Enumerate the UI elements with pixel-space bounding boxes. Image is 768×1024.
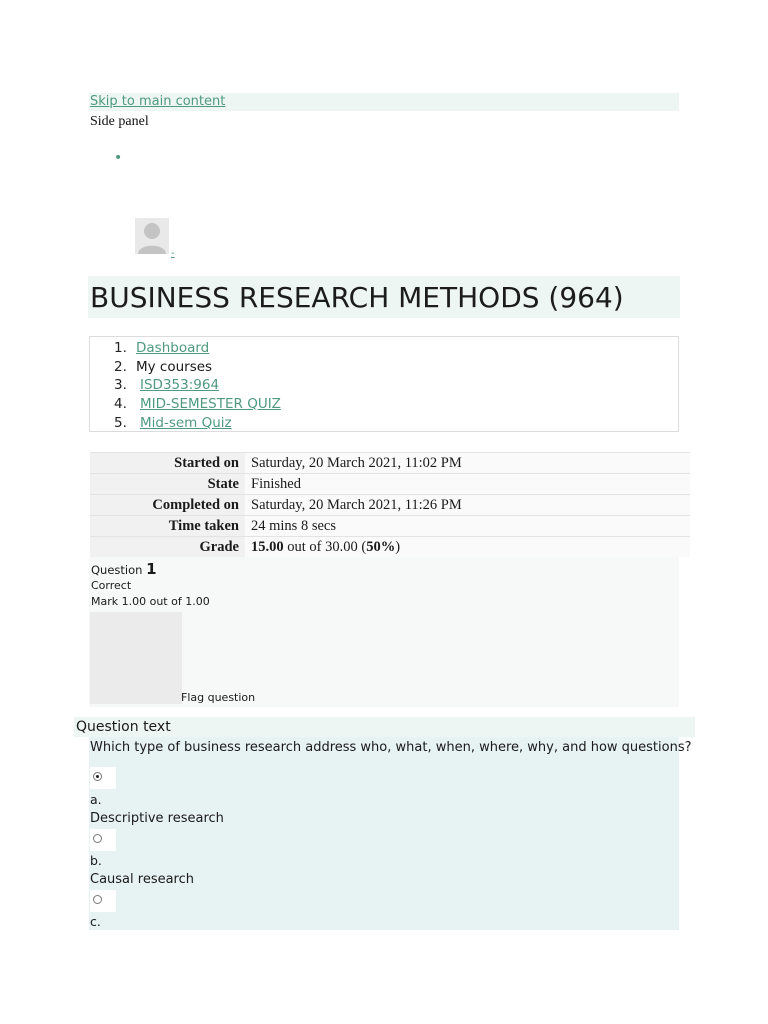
summary-row-grade: Grade 15.00 out of 30.00 (50%) — [90, 536, 690, 557]
option-a-letter: a. — [90, 792, 102, 807]
question-text: Which type of business research address … — [90, 740, 692, 755]
question-number: 1 — [146, 560, 157, 578]
grade-percent: 50% — [366, 538, 396, 555]
summary-label: State — [90, 473, 245, 495]
breadcrumb-label-my-courses: My courses — [136, 359, 213, 375]
option-b-radio-box[interactable] — [90, 829, 116, 851]
option-c-letter: c. — [90, 914, 101, 929]
summary-label: Started on — [90, 452, 245, 474]
grade-score: 15.00 — [251, 538, 284, 555]
breadcrumb-item-dashboard: 1. Dashboard — [114, 339, 209, 357]
breadcrumb-item-mid-sem-quiz: 5. Mid-sem Quiz — [114, 414, 232, 432]
summary-label: Completed on — [90, 494, 245, 516]
question-state: Correct — [91, 579, 132, 592]
summary-row-time-taken: Time taken 24 mins 8 secs — [90, 515, 690, 537]
breadcrumb-number: 1. — [114, 340, 127, 356]
radio-checked-icon[interactable] — [93, 772, 102, 781]
question-mark: Mark 1.00 out of 1.00 — [91, 595, 210, 608]
breadcrumb-item-mid-semester-quiz: 4. MID-SEMESTER QUIZ — [114, 395, 281, 413]
summary-value: 24 mins 8 secs — [245, 515, 690, 537]
option-c-radio-box[interactable] — [90, 890, 116, 912]
user-avatar-icon[interactable] — [135, 218, 169, 254]
summary-row-completed: Completed on Saturday, 20 March 2021, 11… — [90, 494, 690, 516]
breadcrumb-link-dashboard[interactable]: Dashboard — [136, 340, 209, 356]
summary-value: Saturday, 20 March 2021, 11:02 PM — [245, 452, 690, 474]
radio-unchecked-icon[interactable] — [93, 834, 102, 843]
user-menu-link[interactable]: - — [171, 248, 175, 259]
summary-value: Finished — [245, 473, 690, 495]
breadcrumb-number: 3. — [114, 377, 127, 393]
grade-out-of: out of 30.00 ( — [283, 538, 367, 555]
summary-label: Time taken — [90, 515, 245, 537]
summary-label: Grade — [90, 536, 245, 557]
breadcrumb-item-course-code: 3. ISD353:964 — [114, 376, 219, 394]
option-b-text[interactable]: Causal research — [90, 871, 194, 888]
summary-value: Saturday, 20 March 2021, 11:26 PM — [245, 494, 690, 516]
option-a-text[interactable]: Descriptive research — [90, 810, 224, 827]
question-text-header: Question text — [76, 719, 171, 735]
attempt-summary-table: Started on Saturday, 20 March 2021, 11:0… — [90, 452, 690, 557]
breadcrumb-link-mid-semester-quiz[interactable]: MID-SEMESTER QUIZ — [140, 396, 281, 412]
question-label-text: Question — [91, 563, 147, 577]
breadcrumb-number: 4. — [114, 396, 127, 412]
side-panel-label[interactable]: Side panel — [90, 113, 149, 131]
page-title: BUSINESS RESEARCH METHODS (964) — [90, 281, 624, 314]
flag-question-label[interactable]: Flag question — [181, 691, 255, 705]
question-number-label: Question 1 — [91, 561, 157, 578]
summary-row-state: State Finished — [90, 473, 690, 495]
breadcrumb: 1. Dashboard 2. My courses 3. ISD353:964 4.… — [89, 336, 679, 432]
breadcrumb-number: 2. — [114, 359, 127, 375]
nav-list-bullet: • — [114, 150, 123, 166]
breadcrumb-link-mid-sem-quiz[interactable]: Mid-sem Quiz — [140, 415, 232, 431]
breadcrumb-item-my-courses: 2. My courses — [114, 358, 212, 376]
summary-grade-value: 15.00 out of 30.00 (50%) — [245, 536, 690, 557]
option-a-radio-box[interactable] — [90, 767, 116, 789]
breadcrumb-number: 5. — [114, 415, 127, 431]
flag-question-icon[interactable] — [90, 612, 182, 704]
breadcrumb-link-course-code[interactable]: ISD353:964 — [140, 377, 219, 393]
question-body — [89, 737, 679, 930]
grade-close: ) — [395, 538, 401, 555]
radio-unchecked-icon[interactable] — [93, 895, 102, 904]
option-b-letter: b. — [90, 853, 102, 868]
skip-to-main-content-link[interactable]: Skip to main content — [90, 94, 225, 110]
summary-row-started: Started on Saturday, 20 March 2021, 11:0… — [90, 452, 690, 474]
